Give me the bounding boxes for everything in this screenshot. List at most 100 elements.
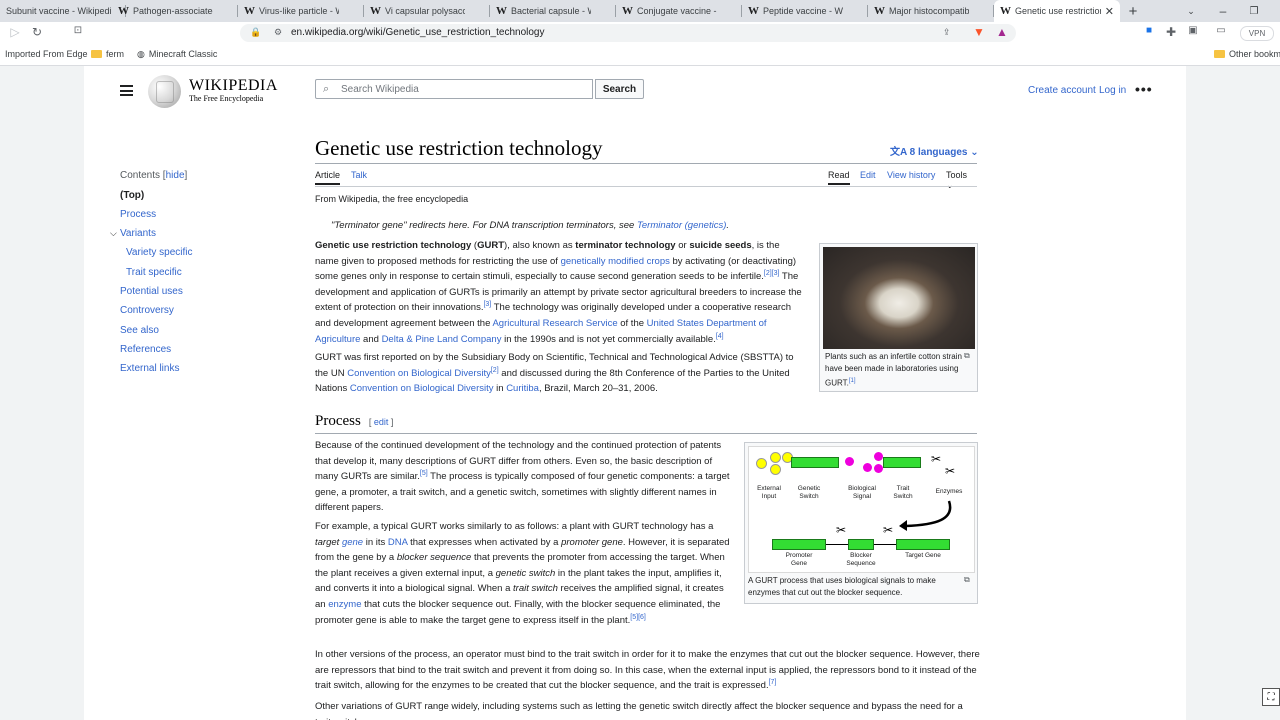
toc-hide-link[interactable]: hide xyxy=(166,170,185,181)
languages-button[interactable]: 文A 8 languages ⌄ xyxy=(890,143,979,158)
wikipedia-favicon-icon: W xyxy=(118,5,129,17)
sidebar-icon[interactable]: ▣ xyxy=(1185,25,1201,36)
toc-item-see-also[interactable]: See also xyxy=(120,325,159,336)
toc-item-references[interactable]: References xyxy=(120,344,171,355)
vpn-button[interactable]: VPN xyxy=(1240,26,1274,41)
link-genetically-modified-crops[interactable]: genetically modified crops xyxy=(561,256,670,267)
label-promoter-gene: Promoter Gene xyxy=(785,552,813,567)
wikipedia-favicon-icon: W xyxy=(370,5,381,17)
more-options-icon[interactable]: ••• xyxy=(1135,81,1153,97)
enlarge-icon[interactable]: ⧉ xyxy=(964,575,970,585)
site-info-icon[interactable]: ⚙ xyxy=(274,27,282,38)
wikipedia-wordmark[interactable]: WIKIPEDIA xyxy=(189,77,278,95)
toc-item-variants[interactable]: ⌵ Variants xyxy=(110,228,156,239)
tab-label: Virus-like particle - Wikiped xyxy=(259,6,339,16)
bookmark-folder-ferm[interactable]: ferm xyxy=(91,49,124,59)
search-input[interactable]: ⌕ Search Wikipedia xyxy=(315,79,593,99)
hatnote-link[interactable]: Terminator (genetics) xyxy=(637,220,726,231)
close-tab-icon[interactable]: ✕ xyxy=(1105,5,1114,18)
process-paragraph-2: For example, a typical GURT works simila… xyxy=(315,521,730,626)
section-edit-link[interactable]: edit xyxy=(374,417,389,427)
browser-tab[interactable]: W Pathogen-associated molec xyxy=(112,0,238,22)
browser-tab[interactable]: W Conjugate vaccine - Wikipe xyxy=(616,0,742,22)
toc-item-top[interactable]: (Top) xyxy=(120,190,144,201)
arrow-icon xyxy=(899,500,952,531)
target-gene-bar xyxy=(896,539,950,550)
tab-label: Vi capsular polysaccharide xyxy=(385,6,465,16)
toc-item-controversy[interactable]: Controversy xyxy=(120,305,174,316)
browser-tab[interactable]: W Bacterial capsule - Wikiped xyxy=(490,0,616,22)
toc-item-potential-uses[interactable]: Potential uses xyxy=(120,286,183,297)
bookmark-icon[interactable]: ⊡ xyxy=(70,25,86,36)
browser-tab[interactable]: W Virus-like particle - Wikiped xyxy=(238,0,364,22)
label-target-gene: Target Gene xyxy=(905,552,941,559)
cotton-image[interactable] xyxy=(823,247,975,349)
search-button[interactable]: Search xyxy=(595,79,644,99)
browser-tab[interactable]: Subunit vaccine - Wikipedia xyxy=(0,0,126,22)
forward-icon[interactable]: ▷ xyxy=(7,25,23,39)
link-cbd-2[interactable]: Convention on Biological Diversity xyxy=(350,383,494,394)
log-in-link[interactable]: Log in xyxy=(1099,85,1126,96)
address-bar[interactable]: 🔒 ⚙ en.wikipedia.org/wiki/Genetic_use_re… xyxy=(240,24,1016,42)
link-cbd[interactable]: Convention on Biological Diversity xyxy=(347,368,491,379)
link-gene[interactable]: gene xyxy=(342,537,363,548)
wikipedia-favicon-icon: W xyxy=(622,5,633,17)
browser-tab-active[interactable]: W Genetic use restriction ✕ xyxy=(994,0,1120,22)
tab-view-history[interactable]: View history xyxy=(887,170,935,180)
tab-edit[interactable]: Edit xyxy=(860,170,876,180)
new-tab-button[interactable]: + xyxy=(1123,0,1143,22)
reload-icon[interactable]: ↻ xyxy=(29,25,45,39)
bookmark-minecraft[interactable]: ◍ Minecraft Classic xyxy=(137,49,217,60)
tools-menu[interactable]: Tools ⌄ xyxy=(946,170,977,191)
site-subtitle: From Wikipedia, the free encyclopedia xyxy=(315,194,469,204)
extension-icon[interactable]: ■ xyxy=(1141,25,1157,36)
lead-paragraph-2: GURT was first reported on by the Subsid… xyxy=(315,352,794,395)
magenta-dot-icon xyxy=(863,463,872,472)
wikipedia-logo-icon[interactable] xyxy=(148,75,181,108)
url-text[interactable]: en.wikipedia.org/wiki/Genetic_use_restri… xyxy=(291,27,544,38)
link-dna[interactable]: DNA xyxy=(388,537,408,548)
toc-header: Contents [hide] xyxy=(120,170,188,181)
yellow-dot-icon xyxy=(770,452,781,463)
browser-tab[interactable]: W Vi capsular polysaccharide xyxy=(364,0,490,22)
wikipedia-favicon-icon: W xyxy=(748,5,759,17)
toc-item-external-links[interactable]: External links xyxy=(120,363,179,374)
chevron-down-icon: ⌄ xyxy=(946,180,954,190)
share-icon[interactable]: ⇪ xyxy=(943,27,951,38)
enlarge-icon[interactable]: ⧉ xyxy=(964,351,970,361)
brave-shield-icon[interactable]: ▼ xyxy=(971,25,987,39)
fullscreen-icon[interactable]: ⛶ xyxy=(1262,688,1280,706)
toc-item-process[interactable]: Process xyxy=(120,209,156,220)
tab-article[interactable]: Article xyxy=(315,170,341,185)
trait-switch-bar xyxy=(883,457,921,468)
tab-talk[interactable]: Talk xyxy=(351,170,367,180)
link-enzyme[interactable]: enzyme xyxy=(328,599,361,610)
folder-icon xyxy=(1214,50,1225,58)
toc-item-variety-specific[interactable]: Variety specific xyxy=(126,247,193,258)
restore-icon[interactable]: ❐ xyxy=(1244,0,1264,22)
link-ars[interactable]: Agricultural Research Service xyxy=(492,318,617,329)
magenta-dot-icon xyxy=(845,457,854,466)
figure-caption: A GURT process that uses biological sign… xyxy=(748,576,936,597)
bookmark-folder-other[interactable]: Other bookm xyxy=(1214,49,1280,59)
browser-tab[interactable]: W Major histocompatibility co xyxy=(868,0,994,22)
browser-tab[interactable]: W Peptide vaccine - Wikipedia xyxy=(742,0,868,22)
bookmark-imported[interactable]: Imported From Edge xyxy=(5,49,88,59)
table-of-contents: Contents [hide] xyxy=(120,170,270,186)
tab-read[interactable]: Read xyxy=(828,170,850,185)
chevron-down-icon[interactable]: ⌵ xyxy=(110,228,117,239)
gurt-diagram[interactable]: ✂ ✂ External Input Genetic Switch Biolog… xyxy=(748,446,975,573)
tab-search-icon[interactable]: ⌄ xyxy=(1181,0,1201,22)
tab-label: Pathogen-associated molec xyxy=(133,6,213,16)
process-paragraph-1: Because of the continued development of … xyxy=(315,440,730,514)
link-curitiba[interactable]: Curitiba xyxy=(506,383,539,394)
rewards-icon[interactable]: ▲ xyxy=(994,25,1010,39)
minimize-icon[interactable]: – xyxy=(1213,0,1233,22)
link-delta-pine[interactable]: Delta & Pine Land Company xyxy=(382,334,502,345)
search-placeholder: Search Wikipedia xyxy=(341,84,419,95)
extensions-puzzle-icon[interactable]: ✚ xyxy=(1163,25,1179,39)
main-menu-icon[interactable] xyxy=(120,85,133,96)
wallet-icon[interactable]: ▭ xyxy=(1213,25,1229,36)
toc-item-trait-specific[interactable]: Trait specific xyxy=(126,267,182,278)
create-account-link[interactable]: Create account xyxy=(1028,85,1096,96)
